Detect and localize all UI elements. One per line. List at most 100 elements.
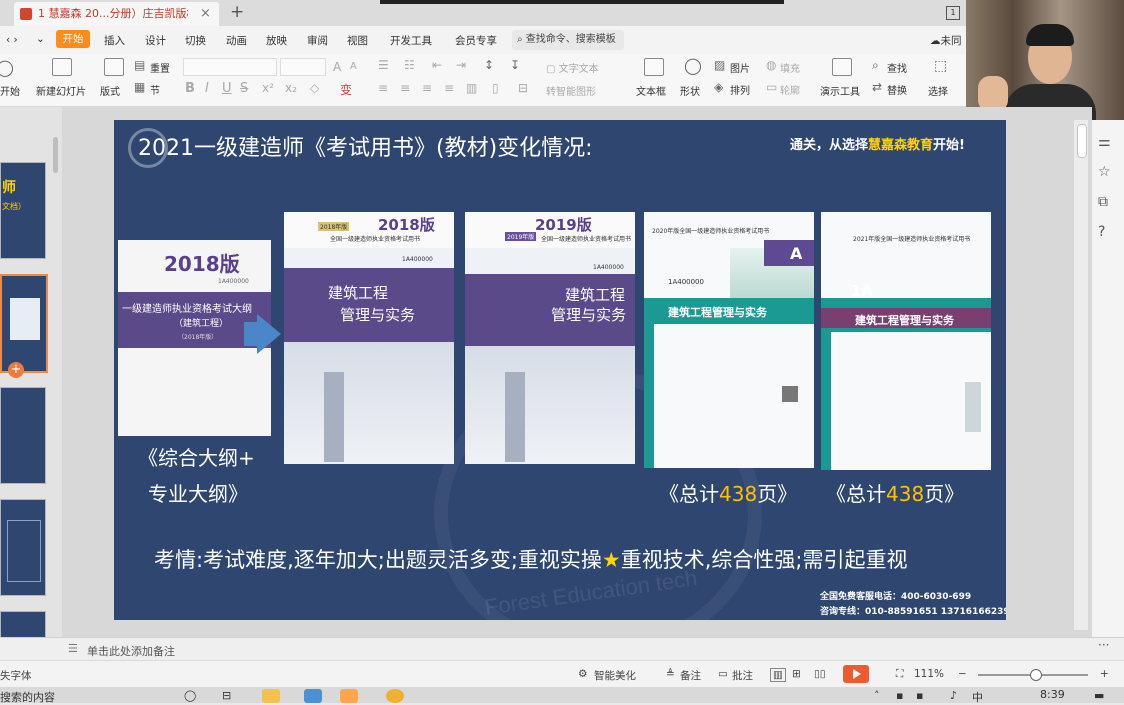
cloud-sync-button[interactable]: ☁未同 bbox=[930, 33, 962, 48]
zoom-slider-handle[interactable] bbox=[1030, 669, 1042, 681]
columns-icon[interactable]: ▯ bbox=[492, 81, 499, 95]
menu-tab-view[interactable]: 视图 bbox=[347, 33, 368, 48]
arrange-icon[interactable]: ◈ bbox=[714, 80, 723, 94]
strikethrough-button[interactable]: S bbox=[240, 81, 248, 96]
reset-icon[interactable]: ▤ bbox=[134, 58, 145, 72]
tray-chevron-icon[interactable]: ˄ bbox=[874, 689, 880, 702]
star-icon[interactable]: ☆ bbox=[1098, 164, 1111, 180]
play-slideshow-button[interactable] bbox=[843, 665, 869, 683]
menu-tab-slideshow[interactable]: 放映 bbox=[266, 33, 287, 48]
fit-window-icon[interactable]: ⛶ bbox=[896, 668, 903, 681]
to-smartart-button[interactable]: 转智能图形 bbox=[546, 83, 596, 98]
canvas-scrollbar[interactable] bbox=[1074, 120, 1088, 630]
canvas-scroll-thumb[interactable] bbox=[1077, 124, 1087, 158]
slide-thumbnail-5[interactable] bbox=[0, 611, 46, 639]
new-tab-button[interactable]: + bbox=[230, 2, 244, 22]
menu-tab-insert[interactable]: 插入 bbox=[104, 33, 125, 48]
command-search[interactable]: ⌕ 查找命令、搜索模板 bbox=[512, 30, 624, 50]
tray-icon-3[interactable]: ♪ bbox=[950, 689, 957, 702]
notes-toggle-icon[interactable]: ≜ bbox=[666, 668, 675, 680]
window-badge[interactable]: 1 bbox=[946, 6, 960, 20]
slide-thumbnail-3[interactable] bbox=[0, 387, 46, 484]
menu-tab-start[interactable]: 开始 bbox=[56, 30, 90, 48]
current-slide[interactable]: Forest Education tech 2021一级建造师《考试用书》(教材… bbox=[114, 120, 1006, 620]
text-direction-icon[interactable]: ↧ bbox=[510, 58, 520, 72]
menu-tab-transition[interactable]: 切换 bbox=[185, 33, 206, 48]
align-left-icon[interactable]: ≡ bbox=[378, 81, 388, 95]
menu-dropdown-icon[interactable]: ⌄ bbox=[36, 33, 45, 45]
slideshow-tools-button[interactable]: 演示工具 bbox=[820, 83, 860, 98]
comment-icon[interactable]: ▭ bbox=[718, 668, 728, 680]
indent-increase-icon[interactable]: ⇥ bbox=[456, 58, 466, 72]
notes-placeholder[interactable]: 单击此处添加备注 bbox=[87, 643, 175, 659]
menu-tab-design[interactable]: 设计 bbox=[145, 33, 166, 48]
copy-icon[interactable]: ⧉ bbox=[1098, 194, 1108, 210]
font-size-down-button[interactable]: A bbox=[350, 61, 357, 72]
replace-button[interactable]: 替换 bbox=[887, 82, 907, 97]
menu-tab-developer[interactable]: 开发工具 bbox=[390, 33, 432, 48]
textbox-icon[interactable] bbox=[644, 58, 664, 76]
task-view-icon[interactable]: ⊟ bbox=[222, 689, 231, 702]
text-effect-button[interactable]: ▢ 文字文本 bbox=[546, 60, 599, 75]
find-icon[interactable]: ⌕ bbox=[872, 58, 879, 73]
menu-expand-icon[interactable]: ‹ › bbox=[6, 34, 18, 46]
text-align-icon[interactable]: ⊟ bbox=[518, 81, 528, 95]
picture-button[interactable]: 图片 bbox=[730, 60, 750, 75]
slide-thumbnail-4[interactable] bbox=[0, 499, 46, 596]
normal-view-icon[interactable]: ▥ bbox=[770, 668, 786, 682]
app-icon-3[interactable] bbox=[386, 689, 404, 703]
smart-beautify-button[interactable]: 智能美化 bbox=[594, 668, 636, 683]
slide-thumbnail-1[interactable]: 师 文档） bbox=[0, 162, 46, 259]
zoom-in-button[interactable]: + bbox=[1100, 668, 1109, 680]
font-family-select[interactable] bbox=[183, 58, 277, 76]
arrange-button[interactable]: 排列 bbox=[730, 82, 750, 97]
outline-button[interactable]: 轮廓 bbox=[780, 82, 800, 97]
fill-icon[interactable]: ◍ bbox=[766, 58, 776, 72]
subscript-icon[interactable]: x₂ bbox=[285, 81, 297, 95]
distribute-icon[interactable]: ▥ bbox=[466, 81, 477, 95]
shape-icon[interactable]: ◯ bbox=[684, 56, 702, 75]
slide-sorter-icon[interactable]: ⊞ bbox=[792, 668, 801, 680]
app-icon-2[interactable] bbox=[340, 689, 358, 703]
slide-thumbnail-2[interactable] bbox=[0, 274, 48, 373]
textbox-button[interactable]: 文本框 bbox=[636, 83, 666, 98]
notes-toggle-button[interactable]: 备注 bbox=[680, 668, 701, 683]
taskbar-search-icon[interactable]: ◯ bbox=[184, 689, 196, 702]
slideshow-tools-icon[interactable] bbox=[832, 58, 852, 76]
underline-button[interactable]: U bbox=[222, 81, 232, 96]
menu-tab-member[interactable]: 会员专享 bbox=[455, 33, 497, 48]
play-from-start-label[interactable]: 开始 bbox=[0, 83, 20, 98]
justify-icon[interactable]: ≡ bbox=[444, 81, 454, 95]
font-size-select[interactable] bbox=[280, 58, 326, 76]
picture-icon[interactable]: ▨ bbox=[714, 58, 725, 72]
text-color-icon[interactable]: 变 bbox=[340, 81, 352, 98]
new-slide-icon[interactable] bbox=[52, 58, 72, 76]
layout-icon[interactable] bbox=[104, 58, 124, 76]
layout-button[interactable]: 版式 bbox=[100, 83, 120, 98]
font-size-up-button[interactable]: A bbox=[333, 60, 341, 74]
bold-button[interactable]: B bbox=[185, 81, 195, 96]
zoom-out-button[interactable]: − bbox=[958, 668, 967, 680]
more-icon[interactable]: ··· bbox=[1098, 638, 1109, 652]
select-button[interactable]: 选择 bbox=[928, 83, 948, 98]
italic-button[interactable]: I bbox=[205, 81, 209, 96]
clock-time[interactable]: 8:39 bbox=[1040, 688, 1065, 701]
new-slide-button[interactable]: 新建幻灯片 bbox=[36, 83, 86, 98]
file-explorer-icon[interactable] bbox=[262, 689, 280, 703]
numbered-list-icon[interactable]: ☷ bbox=[404, 58, 415, 72]
superscript-icon[interactable]: x² bbox=[262, 81, 274, 95]
add-slide-button[interactable]: + bbox=[8, 362, 24, 378]
select-icon[interactable]: ⬚ bbox=[934, 58, 947, 74]
help-icon[interactable]: ? bbox=[1098, 224, 1105, 240]
bullet-list-icon[interactable]: ☰ bbox=[378, 58, 389, 72]
reading-view-icon[interactable]: ▯▯ bbox=[814, 668, 826, 680]
fill-button[interactable]: 填充 bbox=[780, 60, 800, 75]
zoom-level[interactable]: 111% bbox=[914, 668, 944, 680]
beautify-icon[interactable]: ⚙ bbox=[578, 668, 587, 680]
find-button[interactable]: 查找 bbox=[887, 60, 907, 75]
align-center-icon[interactable]: ≡ bbox=[400, 81, 410, 95]
align-right-icon[interactable]: ≡ bbox=[422, 81, 432, 95]
shape-button[interactable]: 形状 bbox=[680, 83, 700, 98]
reset-button[interactable]: 重置 bbox=[150, 60, 170, 75]
section-icon[interactable]: ▦ bbox=[134, 80, 145, 94]
